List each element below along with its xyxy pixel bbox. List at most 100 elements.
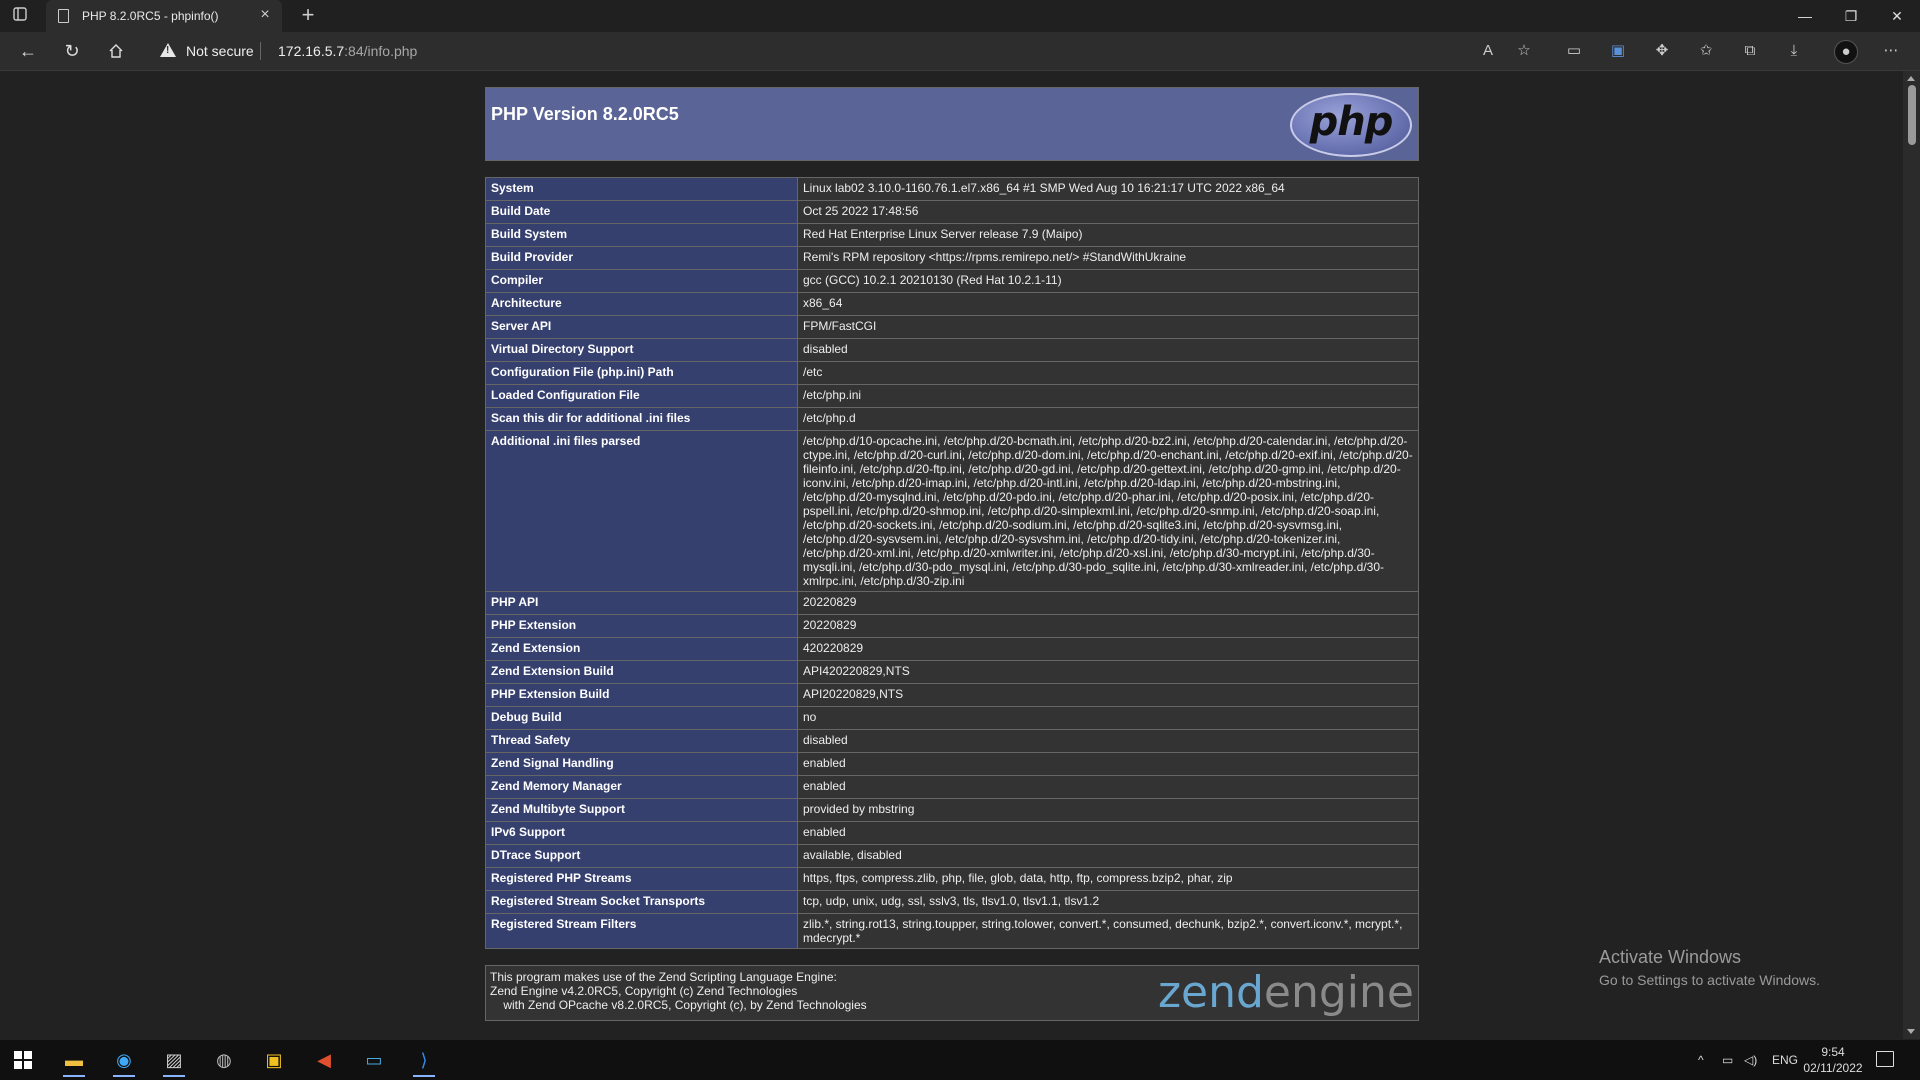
windows-start-icon[interactable] (14, 1051, 32, 1069)
row-key: Registered PHP Streams (485, 867, 798, 891)
add-favorite-icon[interactable]: ☆ (1513, 40, 1535, 62)
media-app-icon[interactable]: ◀ (301, 1043, 347, 1077)
row-key: Registered Stream Filters (485, 913, 798, 949)
clock-date: 02/11/2022 (1803, 1061, 1863, 1075)
row-value: API420220829,NTS (797, 660, 1419, 684)
read-aloud-icon[interactable]: A (1477, 40, 1499, 62)
row-value: /etc/php.d (797, 407, 1419, 431)
watermark-line2: Go to Settings to activate Windows. (1599, 972, 1820, 988)
settings-more-icon[interactable]: ⋯ (1880, 40, 1902, 62)
notification-icon[interactable] (1876, 1051, 1894, 1067)
tray-chevron-icon[interactable]: ^ (1698, 1040, 1704, 1080)
extension-icon[interactable]: ▭ (1563, 40, 1585, 62)
table-row: Zend Memory Manager enabled (485, 775, 1419, 799)
row-value: x86_64 (797, 292, 1419, 316)
row-key: Thread Safety (485, 729, 798, 753)
tab-actions-icon[interactable] (12, 6, 34, 26)
network-icon[interactable]: ▭ (1722, 1040, 1733, 1080)
settings-app-icon[interactable]: ◍ (201, 1043, 247, 1077)
row-key: Architecture (485, 292, 798, 316)
url-text[interactable]: 172.16.5.7:84/info.php (278, 43, 417, 59)
row-value: API20220829,NTS (797, 683, 1419, 707)
volume-icon[interactable]: ◁) (1744, 1040, 1757, 1080)
table-row: IPv6 Support enabled (485, 821, 1419, 845)
remote-desktop-icon[interactable]: ▭ (351, 1043, 397, 1077)
tab-title: PHP 8.2.0RC5 - phpinfo() (82, 9, 219, 23)
row-key: Registered Stream Socket Transports (485, 890, 798, 914)
footer-line: Zend Engine v4.2.0RC5, Copyright (c) Zen… (490, 984, 798, 998)
row-key: Build System (485, 223, 798, 247)
row-key: Zend Extension Build (485, 660, 798, 684)
activate-windows-watermark: Activate Windows Go to Settings to activ… (1599, 947, 1820, 988)
zend-logo-part1: zend (1157, 967, 1264, 1018)
row-value: zlib.*, string.rot13, string.toupper, st… (797, 913, 1419, 949)
table-row: Build Date Oct 25 2022 17:48:56 (485, 200, 1419, 224)
table-row: Scan this dir for additional .ini files /… (485, 407, 1419, 431)
row-value: no (797, 706, 1419, 730)
table-row: PHP Extension 20220829 (485, 614, 1419, 638)
scroll-up-arrow[interactable] (1907, 76, 1915, 81)
collections-icon[interactable]: ⧉ (1739, 40, 1761, 62)
translate-icon[interactable]: ▣ (1607, 40, 1629, 62)
system-clock[interactable]: 9:54 02/11/2022 (1795, 1044, 1871, 1076)
home-button[interactable] (102, 38, 130, 64)
clock-time: 9:54 (1821, 1045, 1845, 1059)
downloads-icon[interactable]: ⤓ (1783, 40, 1805, 62)
row-key: Zend Multibyte Support (485, 798, 798, 822)
page-viewport: PHP Version 8.2.0RC5 php System Linux lab… (0, 71, 1903, 1039)
table-row: Build System Red Hat Enterprise Linux Ser… (485, 223, 1419, 247)
row-key: Compiler (485, 269, 798, 293)
row-value: provided by mbstring (797, 798, 1419, 822)
table-row: DTrace Support available, disabled (485, 844, 1419, 868)
paint-app-icon[interactable]: ▨ (151, 1043, 197, 1077)
page-title: PHP Version 8.2.0RC5 (491, 104, 679, 124)
notes-app-icon[interactable]: ▣ (251, 1043, 297, 1077)
php-logo[interactable]: php (1290, 93, 1412, 157)
scroll-down-arrow[interactable] (1907, 1029, 1915, 1034)
table-row: PHP Extension Build API20220829,NTS (485, 683, 1419, 707)
close-window-button[interactable]: ✕ (1874, 0, 1920, 32)
close-tab-icon[interactable]: × (256, 6, 274, 24)
back-button[interactable]: ← (14, 38, 42, 64)
new-tab-button[interactable]: + (296, 4, 320, 28)
row-value: Oct 25 2022 17:48:56 (797, 200, 1419, 224)
row-key: PHP Extension (485, 614, 798, 638)
row-key: Zend Extension (485, 637, 798, 661)
profile-avatar[interactable]: ● (1834, 40, 1858, 64)
table-row: PHP API 20220829 (485, 591, 1419, 615)
row-key: Additional .ini files parsed (485, 430, 798, 592)
zend-engine-logo[interactable]: zendengine (1158, 970, 1414, 1016)
table-row: Registered Stream Socket Transports tcp, … (485, 890, 1419, 914)
extensions-puzzle-icon[interactable]: ✥ (1651, 40, 1673, 62)
row-value: /etc/php.d/10-opcache.ini, /etc/php.d/20… (797, 430, 1419, 592)
edge-browser-icon[interactable]: ◉ (101, 1043, 147, 1077)
row-value: Remi's RPM repository <https://rpms.remi… (797, 246, 1419, 270)
security-label[interactable]: Not secure (186, 43, 254, 59)
php-logo-text: php (1309, 99, 1394, 145)
scroll-thumb[interactable] (1908, 85, 1916, 145)
favorites-icon[interactable]: ✩ (1695, 40, 1717, 62)
row-key: Configuration File (php.ini) Path (485, 361, 798, 385)
row-key: Scan this dir for additional .ini files (485, 407, 798, 431)
vscode-icon[interactable]: ⟩ (401, 1043, 447, 1077)
refresh-button[interactable]: ↻ (58, 38, 86, 64)
restore-button[interactable]: ❐ (1828, 0, 1874, 32)
table-row: Build Provider Remi's RPM repository <htt… (485, 246, 1419, 270)
footer-line: with Zend OPcache v8.2.0RC5, Copyright (… (490, 998, 867, 1012)
row-value: enabled (797, 821, 1419, 845)
vertical-scrollbar[interactable] (1903, 71, 1920, 1039)
address-divider (260, 42, 261, 60)
warning-icon[interactable] (160, 43, 176, 57)
row-value: gcc (GCC) 10.2.1 20210130 (Red Hat 10.2.… (797, 269, 1419, 293)
zend-footer-text: This program makes use of the Zend Scrip… (490, 970, 867, 1012)
address-bar[interactable]: Not secure 172.16.5.7:84/info.php (148, 36, 1538, 66)
tab-strip: PHP 8.2.0RC5 - phpinfo() × + — ❐ ✕ (0, 0, 1920, 32)
row-value: /etc/php.ini (797, 384, 1419, 408)
row-value: FPM/FastCGI (797, 315, 1419, 339)
file-explorer-icon[interactable]: ▬ (51, 1043, 97, 1077)
table-row: Configuration File (php.ini) Path/etc (485, 361, 1419, 385)
browser-tab[interactable]: PHP 8.2.0RC5 - phpinfo() × (46, 0, 282, 32)
url-host: 172.16.5.7 (278, 43, 345, 59)
minimize-button[interactable]: — (1782, 0, 1828, 32)
table-row: Thread Safety disabled (485, 729, 1419, 753)
